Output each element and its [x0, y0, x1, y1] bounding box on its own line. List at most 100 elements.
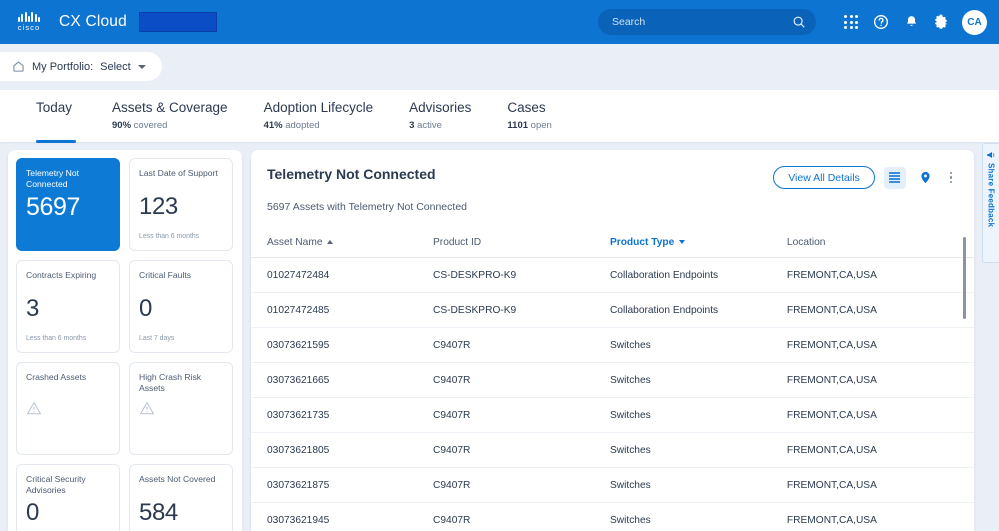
detail-header: Telemetry Not Connected View All Details: [251, 150, 974, 189]
cisco-logo[interactable]: cisco: [9, 12, 49, 32]
nav-selected-block[interactable]: [138, 12, 217, 32]
assets-table-wrapper: Asset Name Product ID Product Type Location…: [251, 227, 974, 531]
kpi-card-high-crash-risk-assets[interactable]: High Crash Risk Assets: [129, 362, 233, 455]
cell-asset-name: 03073621735: [251, 397, 433, 433]
home-icon: [13, 61, 24, 72]
cell-asset-name: 03073621595: [251, 327, 433, 363]
share-feedback-label: Share Feedback: [986, 163, 996, 228]
cell-location: FREMONT,CA,USA: [786, 257, 974, 293]
tab-cases[interactable]: Cases 1101 open: [507, 90, 551, 142]
cell-product-type: Collaboration Endpoints: [609, 257, 787, 293]
kpi-card-value: 5697: [26, 193, 81, 221]
search-input[interactable]: Search: [598, 9, 816, 35]
kpi-card-assets-not-covered[interactable]: Assets Not Covered 584: [129, 464, 233, 531]
cisco-bars-icon: [17, 12, 41, 22]
search-placeholder: Search: [612, 16, 646, 28]
kpi-card-footnote: Less than 6 months: [26, 335, 87, 342]
cell-product-type: Switches: [609, 432, 787, 468]
map-pin-icon: [921, 171, 930, 184]
cell-product-id: C9407R: [433, 327, 610, 363]
cell-location: FREMONT,CA,USA: [786, 292, 974, 328]
avatar[interactable]: CA: [962, 9, 987, 35]
share-feedback-tab[interactable]: Share Feedback: [982, 143, 999, 263]
detail-panel: Telemetry Not Connected View All Details…: [251, 150, 974, 531]
assets-table: Asset Name Product ID Product Type Location…: [251, 227, 974, 531]
table-row[interactable]: 03073621875 C9407R Switches FREMONT,CA,USA: [251, 467, 974, 503]
cell-product-id: C9407R: [433, 397, 610, 433]
kpi-card-title: Contracts Expiring: [26, 270, 97, 280]
detail-header-actions: View All Details: [773, 166, 956, 189]
tab-subvalue: 1101: [507, 120, 529, 131]
portfolio-selector[interactable]: My Portfolio: Select: [0, 52, 162, 81]
cell-asset-name: 03073621875: [251, 467, 433, 503]
kpi-card-title: Last Date of Support: [139, 168, 218, 178]
table-header-asset-name[interactable]: Asset Name: [251, 227, 433, 258]
cell-product-type: Switches: [609, 502, 787, 531]
tab-label: Assets & Coverage: [112, 100, 228, 115]
tab-subtext: 3 active: [409, 120, 442, 131]
kpi-card-footnote: Less than 6 months: [139, 233, 200, 240]
detail-subtitle: 5697 Assets with Telemetry Not Connected: [267, 201, 467, 213]
detail-title: Telemetry Not Connected: [267, 166, 436, 182]
view-all-details-button[interactable]: View All Details: [773, 166, 875, 189]
cell-product-type: Switches: [609, 362, 787, 398]
cell-product-id: C9407R: [433, 467, 610, 503]
table-header-label: Product ID: [433, 237, 482, 248]
tab-assets-coverage[interactable]: Assets & Coverage 90% covered: [112, 90, 228, 142]
cell-location: FREMONT,CA,USA: [786, 362, 974, 398]
kpi-panel: Telemetry Not Connected 5697 Last Date of …: [8, 150, 242, 531]
notifications-icon[interactable]: [896, 7, 926, 37]
tab-advisories[interactable]: Advisories 3 active: [409, 90, 471, 142]
table-header-product-id[interactable]: Product ID: [433, 227, 610, 258]
kpi-card-telemetry-not-connected[interactable]: Telemetry Not Connected 5697: [16, 158, 120, 251]
table-row[interactable]: 03073621805 C9407R Switches FREMONT,CA,USA: [251, 432, 974, 468]
kpi-card-title: Critical Security Advisories: [26, 474, 86, 496]
kpi-card-grid: Telemetry Not Connected 5697 Last Date of …: [16, 158, 234, 531]
megaphone-icon: [987, 152, 995, 158]
table-row[interactable]: 01027472484 CS-DESKPRO-K9 Collaboration En…: [251, 257, 974, 293]
table-row[interactable]: 03073621735 C9407R Switches FREMONT,CA,USA: [251, 397, 974, 433]
cell-product-id: C9407R: [433, 362, 610, 398]
list-icon: [889, 171, 901, 184]
navbar-actions: Search CA: [598, 7, 999, 37]
sort-ascending-icon: [327, 240, 334, 245]
table-row[interactable]: 01027472485 CS-DESKPRO-K9 Collaboration En…: [251, 292, 974, 328]
table-header-label: Product Type: [609, 237, 675, 248]
table-row[interactable]: 03073621665 C9407R Switches FREMONT,CA,USA: [251, 362, 974, 398]
kpi-card-contracts-expiring[interactable]: Contracts Expiring 3 Less than 6 months: [16, 260, 120, 353]
more-options-icon[interactable]: [946, 172, 956, 183]
map-view-toggle[interactable]: [915, 167, 937, 189]
kpi-card-last-date-of-support[interactable]: Last Date of Support 123 Less than 6 month…: [129, 158, 233, 251]
tab-list: Today Assets & Coverage 90% covered Adoptio…: [0, 90, 999, 143]
cell-product-type: Switches: [609, 397, 787, 433]
kpi-card-value: 584: [139, 499, 178, 526]
grid-apps-icon[interactable]: [836, 7, 866, 37]
cell-product-id: CS-DESKPRO-K9: [433, 257, 610, 293]
kpi-card-critical-security-advisories[interactable]: Critical Security Advisories 0: [16, 464, 120, 531]
help-icon[interactable]: [866, 7, 896, 37]
kpi-card-value: 3: [26, 295, 39, 322]
tab-subvalue: 41%: [263, 120, 283, 131]
table-row[interactable]: 03073621945 C9407R Switches FREMONT,CA,USA: [251, 502, 974, 531]
tab-today[interactable]: Today: [36, 90, 76, 143]
table-scrollbar[interactable]: [963, 237, 966, 319]
warning-triangle-icon: [140, 402, 154, 415]
cell-product-id: CS-DESKPRO-K9: [433, 292, 610, 328]
table-header-product-type[interactable]: Product Type: [609, 227, 787, 258]
list-view-toggle[interactable]: [883, 166, 906, 189]
kpi-card-title: Telemetry Not Connected: [26, 168, 80, 190]
table-body: 01027472484 CS-DESKPRO-K9 Collaboration En…: [251, 257, 974, 531]
sort-descending-icon: [679, 240, 686, 245]
portfolio-label: My Portfolio:: [32, 60, 94, 73]
tab-adoption-lifecycle[interactable]: Adoption Lifecycle 41% adopted: [264, 90, 374, 142]
cell-location: FREMONT,CA,USA: [786, 397, 974, 433]
kpi-card-crashed-assets[interactable]: Crashed Assets: [16, 362, 120, 455]
cisco-wordmark: cisco: [17, 23, 41, 32]
kpi-card-critical-faults[interactable]: Critical Faults 0 Last 7 days: [129, 260, 233, 353]
settings-icon[interactable]: [926, 7, 956, 37]
cell-asset-name: 03073621665: [251, 362, 433, 398]
tab-subvalue: 90%: [112, 120, 132, 131]
table-row[interactable]: 03073621595 C9407R Switches FREMONT,CA,USA: [251, 327, 974, 363]
cell-product-type: Collaboration Endpoints: [609, 292, 787, 328]
table-header-location[interactable]: Location: [786, 227, 974, 258]
